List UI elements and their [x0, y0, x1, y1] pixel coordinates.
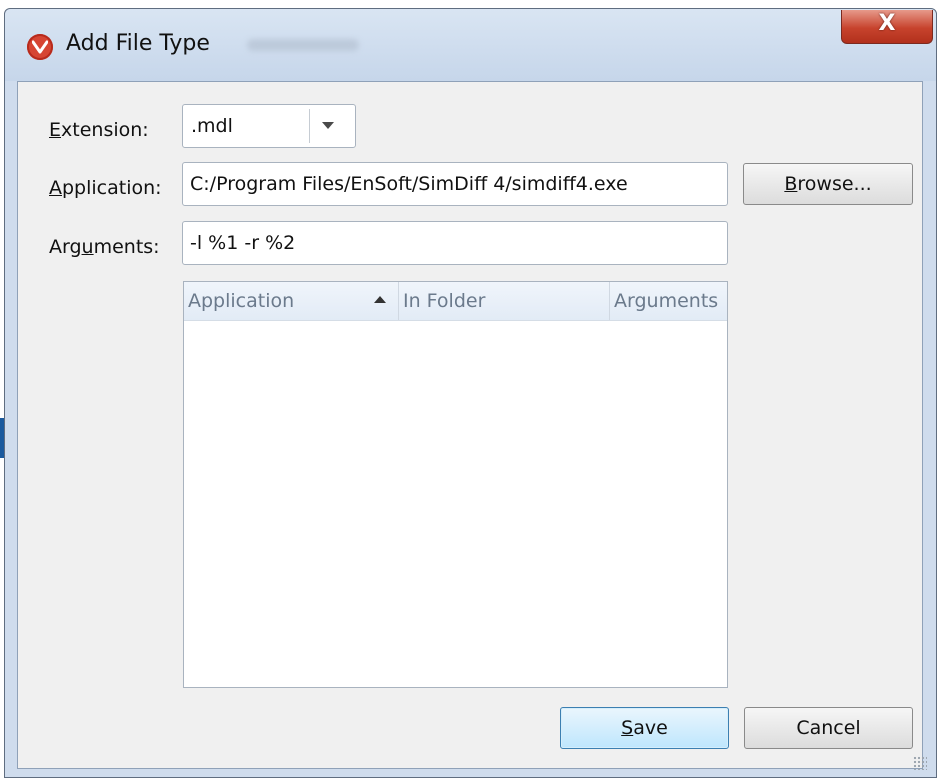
app-logo-icon — [27, 34, 53, 60]
window-title: Add File Type — [66, 31, 210, 56]
blurred-title-suffix — [247, 39, 359, 51]
cancel-button[interactable]: Cancel — [744, 707, 913, 749]
chevron-down-icon[interactable] — [322, 122, 334, 129]
title-bar[interactable]: Add File Type X — [5, 9, 936, 81]
save-button[interactable]: Save — [560, 707, 729, 749]
application-label: Application: — [49, 177, 162, 199]
extension-combobox[interactable]: .mdl — [182, 104, 356, 148]
combobox-separator — [309, 109, 310, 143]
extension-value: .mdl — [191, 115, 233, 137]
browse-button[interactable]: Browse... — [743, 163, 913, 205]
column-header-in-folder[interactable]: In Folder — [399, 282, 610, 320]
resize-grip-icon[interactable] — [913, 756, 927, 770]
column-header-application[interactable]: Application — [184, 282, 399, 320]
column-header-arguments[interactable]: Arguments — [610, 282, 727, 320]
application-path-input[interactable]: C:/Program Files/EnSoft/SimDiff 4/simdif… — [182, 162, 728, 206]
close-icon: X — [878, 11, 896, 36]
applications-table[interactable]: Application In Folder Arguments — [183, 281, 728, 688]
extension-label: Extension: — [49, 119, 149, 141]
table-header: Application In Folder Arguments — [184, 282, 727, 321]
close-button[interactable]: X — [841, 10, 933, 44]
sort-ascending-icon — [374, 296, 386, 303]
arguments-input[interactable]: -l %1 -r %2 — [182, 221, 728, 265]
arguments-label: Arguments: — [49, 236, 160, 258]
